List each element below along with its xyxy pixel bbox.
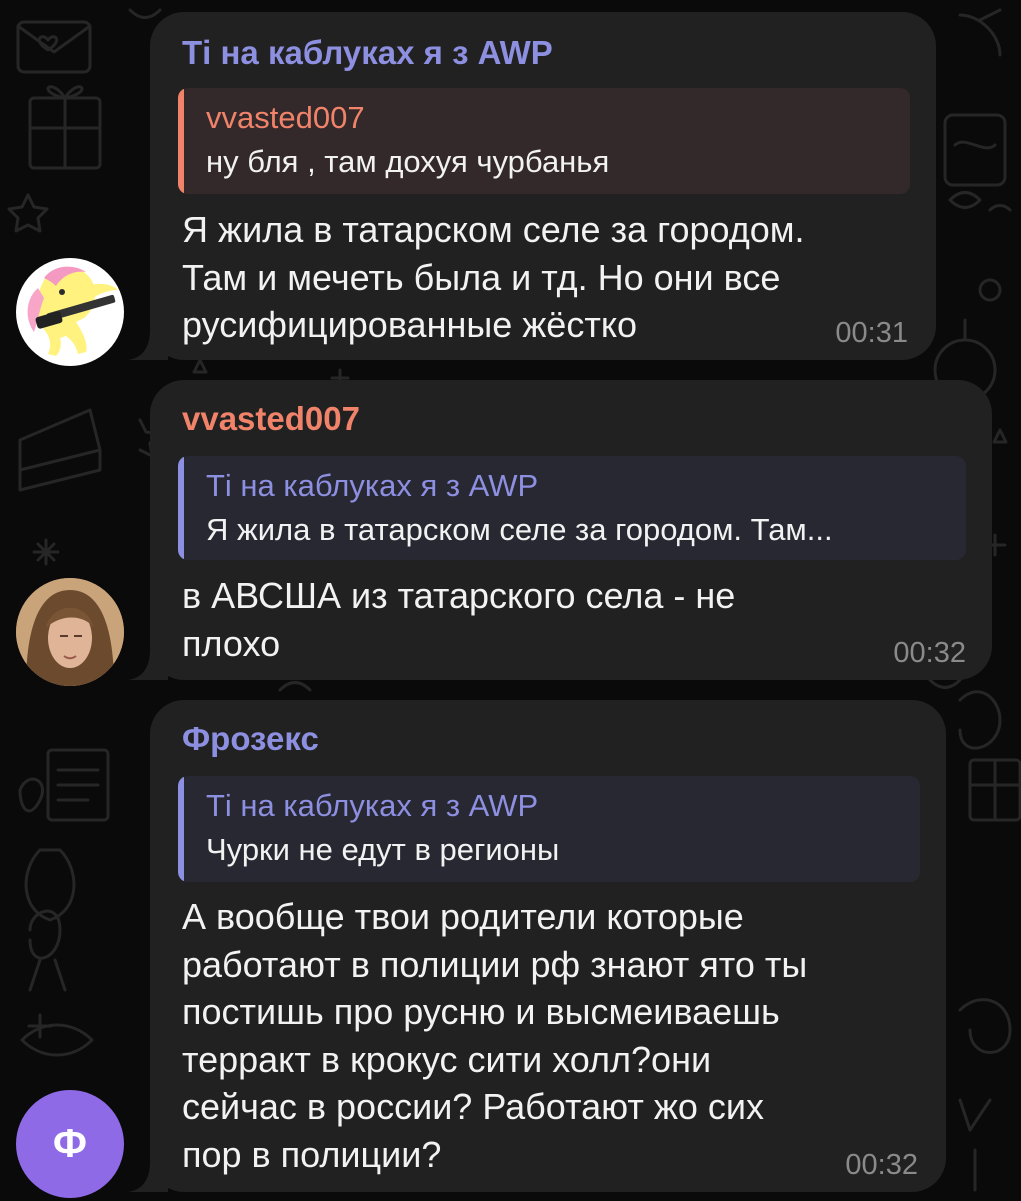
bubble-tail xyxy=(128,1162,168,1192)
quote-bar xyxy=(178,456,184,560)
sender-name[interactable]: Ті на каблуках я з AWP xyxy=(182,34,553,72)
message-bubble[interactable]: Ті на каблуках я з AWP vvasted007 ну бля… xyxy=(128,12,936,360)
message-text: в АВСША из татарского села - не плохо xyxy=(182,575,736,664)
reply-text: Я жила в татарском селе за городом. Там.… xyxy=(206,512,833,547)
photo-avatar-icon xyxy=(16,578,124,686)
message-bubble[interactable]: vvasted007 Ті на каблуках я з AWP Я жила… xyxy=(128,380,992,680)
message-text: А вообще твои родители которые работают … xyxy=(182,896,808,1175)
reply-author: Ті на каблуках я з AWP xyxy=(206,468,539,503)
bubble-tail xyxy=(128,330,168,360)
reply-quote[interactable]: Ті на каблуках я з AWP Я жила в татарско… xyxy=(178,456,966,560)
reply-author: vvasted007 xyxy=(206,100,365,135)
quote-bar xyxy=(178,776,184,882)
sender-avatar-letter[interactable]: Ф xyxy=(16,1090,124,1198)
bubble-tail xyxy=(128,650,168,680)
message-time: 00:31 xyxy=(835,317,908,349)
reply-quote[interactable]: Ті на каблуках я з AWP Чурки не едут в р… xyxy=(178,776,920,882)
avatar-initial: Ф xyxy=(52,1121,88,1166)
sender-name[interactable]: vvasted007 xyxy=(182,400,360,438)
reply-author: Ті на каблуках я з AWP xyxy=(206,788,539,823)
quote-bar xyxy=(178,88,184,194)
message-bubble[interactable]: Фрозекс Ті на каблуках я з AWP Чурки не … xyxy=(128,700,946,1192)
reply-quote[interactable]: vvasted007 ну бля , там дохуя чурбанья xyxy=(178,88,910,194)
sender-name[interactable]: Фрозекс xyxy=(182,720,319,758)
reply-text: ну бля , там дохуя чурбанья xyxy=(206,144,610,179)
reply-text: Чурки не едут в регионы xyxy=(206,832,560,867)
message-time: 00:32 xyxy=(845,1149,918,1181)
sender-avatar-photo[interactable] xyxy=(16,578,124,686)
message-text: Я жила в татарском селе за городом. Там … xyxy=(182,209,805,345)
pony-avatar-icon xyxy=(27,266,118,356)
message-time: 00:32 xyxy=(893,637,966,669)
sender-avatar-pony[interactable] xyxy=(16,258,124,366)
